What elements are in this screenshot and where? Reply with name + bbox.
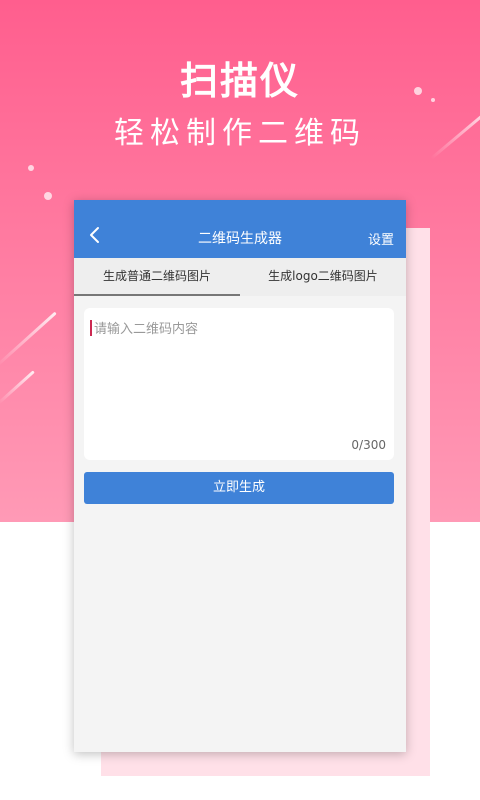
tab-normal-qrcode[interactable]: 生成普通二维码图片 (74, 258, 240, 296)
page-title: 二维码生成器 (198, 231, 282, 247)
char-counter: 0/300 (351, 438, 386, 452)
promo-subtitle: 轻松制作二维码 (114, 116, 366, 151)
tab-bar: 生成普通二维码图片 生成logo二维码图片 (74, 258, 406, 296)
decor-dot (44, 192, 52, 200)
qr-content-input[interactable] (88, 316, 400, 430)
promo-title: 扫描仪 (179, 59, 300, 103)
app-screen: 二维码生成器 设置 生成普通二维码图片 生成logo二维码图片 0/300 立即… (74, 200, 406, 752)
qr-content-card: 0/300 (84, 308, 400, 460)
tab-logo-qrcode[interactable]: 生成logo二维码图片 (240, 258, 406, 294)
settings-button[interactable]: 设置 (368, 229, 394, 248)
decor-dot (28, 165, 34, 171)
generate-button[interactable]: 立即生成 (84, 472, 394, 504)
